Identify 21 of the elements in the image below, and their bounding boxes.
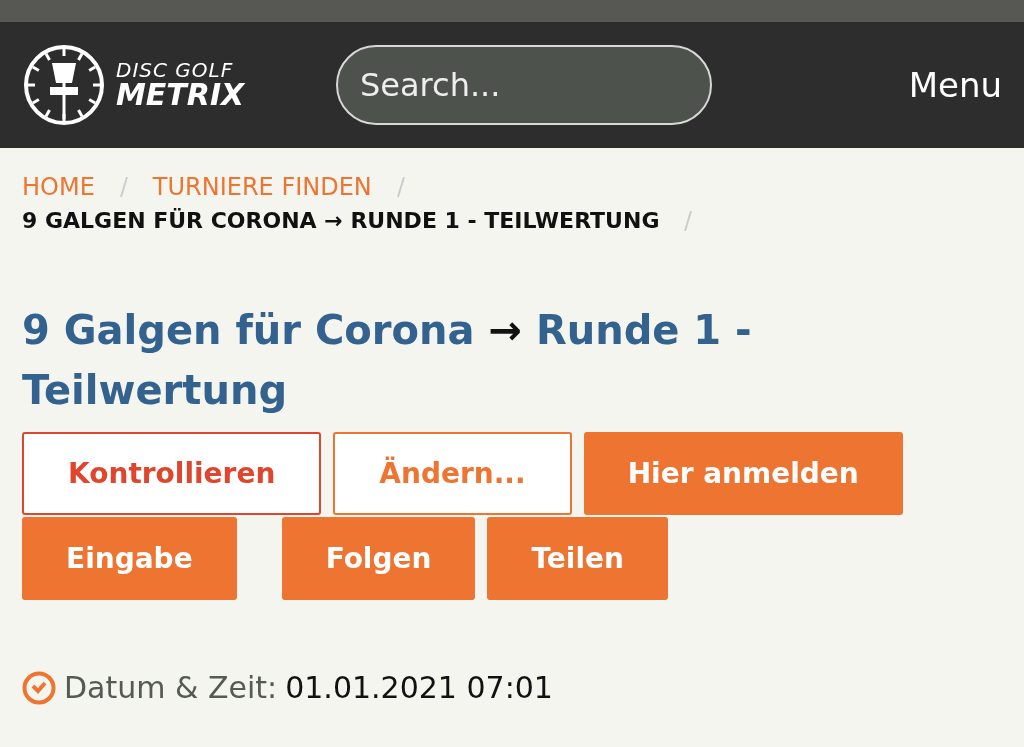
date-label: Datum & Zeit: (64, 670, 278, 705)
menu-button[interactable]: Menu (908, 65, 1002, 105)
date-value: 01.01.2021 07:01 (285, 670, 553, 705)
logo-text: METRIX (116, 80, 245, 110)
breadcrumb-link[interactable]: HOME (22, 170, 95, 204)
breadcrumb-link[interactable]: TURNIERE FINDEN (152, 170, 372, 204)
action-button[interactable]: Folgen (281, 517, 476, 600)
breadcrumb-current: 9 GALGEN FÜR CORONA → RUNDE 1 - TEILWERTUNG (22, 207, 660, 235)
action-button[interactable]: Ändern... (333, 432, 572, 515)
page-title: 9 Galgen für Corona → Runde 1 - Teilwertung (22, 306, 753, 415)
logo-text: DISC GOLF (116, 60, 235, 80)
action-button[interactable]: Kontrollieren (22, 432, 322, 515)
breadcrumb-separator-icon (683, 210, 694, 232)
breadcrumb-separator-icon (118, 176, 129, 198)
disc-golf-basket-icon (22, 43, 106, 127)
clock-check-icon (22, 670, 56, 705)
search-field[interactable]: Search... (336, 45, 712, 125)
action-button[interactable]: Eingabe (22, 517, 237, 600)
action-button[interactable]: Hier anmelden (583, 432, 903, 515)
action-button[interactable]: Teilen (487, 517, 668, 600)
breadcrumb-separator-icon (395, 176, 406, 198)
